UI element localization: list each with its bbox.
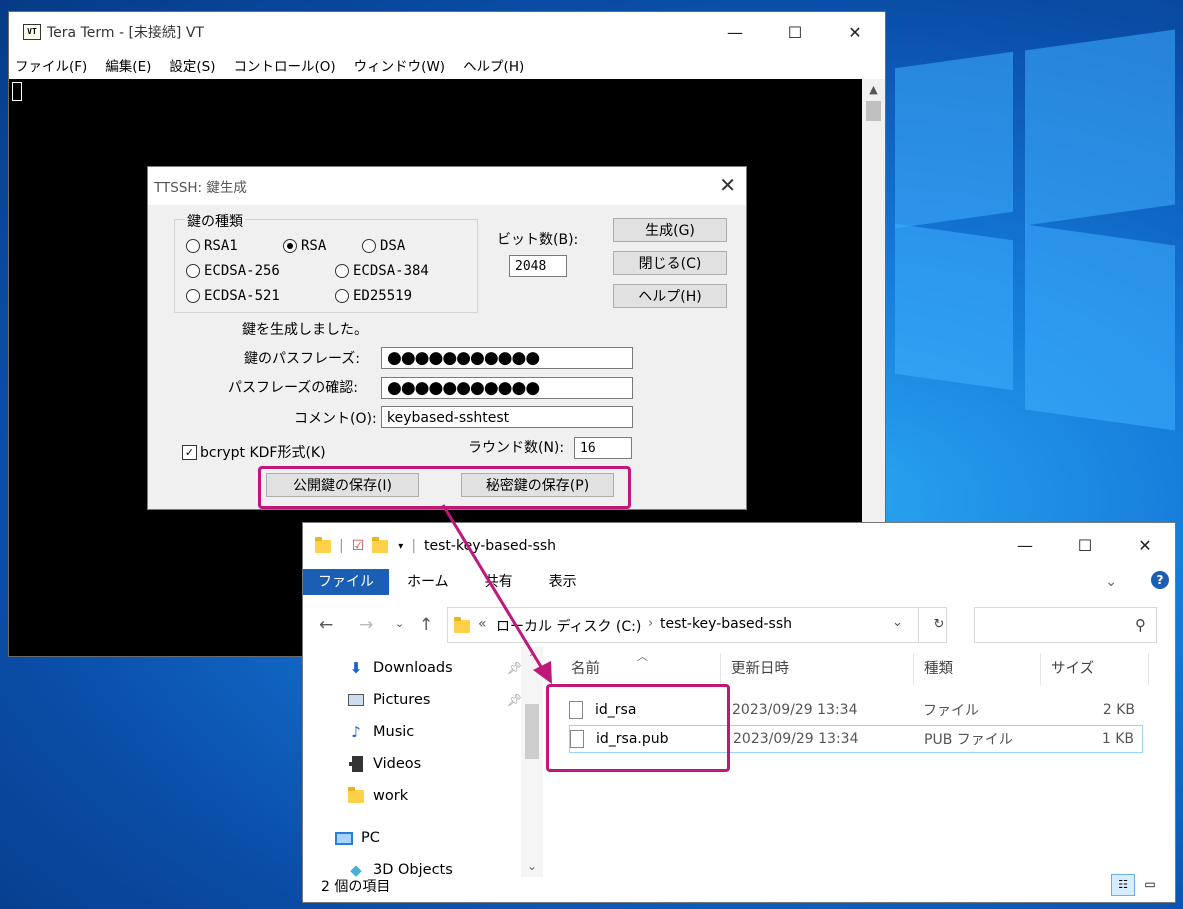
connector-arrow — [441, 504, 552, 684]
